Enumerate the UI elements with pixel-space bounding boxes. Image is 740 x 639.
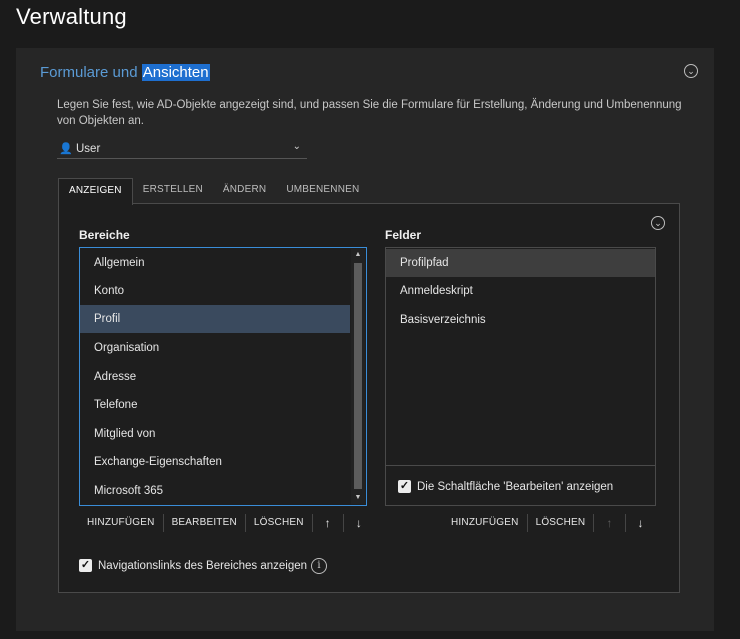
tab-bar: ANZEIGEN ERSTELLEN ÄNDERN UMBENENNEN: [58, 178, 369, 205]
checkmark-icon: ✓: [79, 559, 92, 572]
section-title[interactable]: Formulare und Ansichten: [40, 64, 210, 81]
show-edit-button-checkbox[interactable]: ✓ Die Schaltfläche 'Bearbeiten' anzeigen: [398, 480, 613, 493]
list-item[interactable]: Allgemein: [80, 249, 350, 277]
list-item[interactable]: Anmeldeskript: [386, 277, 655, 305]
chevron-up-icon: ⌄: [687, 65, 695, 76]
areas-list[interactable]: Allgemein Konto Profil Organisation Adre…: [79, 247, 367, 506]
tab-anzeigen[interactable]: ANZEIGEN: [58, 178, 133, 205]
scroll-up-arrow-icon[interactable]: ▲: [351, 249, 365, 261]
delete-field-button[interactable]: LÖSCHEN: [528, 514, 594, 532]
list-item-selected[interactable]: Profilpfad: [386, 249, 655, 277]
scroll-down-arrow-icon[interactable]: ▼: [351, 492, 365, 504]
checkmark-icon: ✓: [398, 480, 411, 493]
chevron-down-icon: ⌄: [292, 141, 301, 152]
tab-content: ⌄ Bereiche Felder Allgemein Konto Profil…: [58, 203, 680, 593]
list-item-selected[interactable]: Profil: [80, 305, 350, 333]
object-type-value: User: [76, 142, 101, 155]
info-icon[interactable]: i: [311, 558, 327, 574]
fields-toolbar: HINZUFÜGEN LÖSCHEN ↑ ↓: [443, 514, 656, 532]
areas-scrollbar[interactable]: ▲ ▼: [351, 249, 365, 504]
chevron-down-icon: ⌄: [654, 217, 662, 228]
page-title: Verwaltung: [16, 4, 127, 29]
list-item[interactable]: Konto: [80, 277, 350, 305]
list-item[interactable]: Microsoft 365: [80, 477, 350, 505]
list-item[interactable]: Basisverzeichnis: [386, 306, 655, 334]
areas-toolbar: HINZUFÜGEN BEARBEITEN LÖSCHEN ↑ ↓: [79, 514, 374, 532]
fields-heading: Felder: [385, 228, 422, 242]
fields-list: Profilpfad Anmeldeskript Basisverzeichni…: [385, 247, 656, 506]
delete-area-button[interactable]: LÖSCHEN: [246, 514, 312, 532]
user-icon: 👤: [59, 143, 73, 155]
areas-heading: Bereiche: [79, 228, 130, 242]
edit-area-button[interactable]: BEARBEITEN: [164, 514, 245, 532]
tab-erstellen[interactable]: ERSTELLEN: [133, 178, 213, 204]
fields-items[interactable]: Profilpfad Anmeldeskript Basisverzeichni…: [386, 248, 655, 466]
list-item[interactable]: Adresse: [80, 363, 350, 391]
move-up-arrow-icon[interactable]: ↑: [594, 514, 624, 532]
list-item[interactable]: Mitglied von: [80, 420, 350, 448]
add-field-button[interactable]: HINZUFÜGEN: [443, 514, 527, 532]
list-item[interactable]: Exchange-Eigenschaften: [80, 448, 350, 476]
tab-umbenennen[interactable]: UMBENENNEN: [276, 178, 369, 204]
section-title-highlight: Ansichten: [141, 64, 210, 81]
move-up-arrow-icon[interactable]: ↑: [313, 514, 343, 532]
list-item[interactable]: Organisation: [80, 334, 350, 362]
section-title-part1: Formulare und: [40, 64, 142, 81]
section-description: Legen Sie fest, wie AD-Objekte angezeigt…: [57, 99, 682, 127]
scrollbar-thumb[interactable]: [354, 263, 362, 489]
move-down-arrow-icon[interactable]: ↓: [626, 514, 656, 532]
nav-links-checkbox[interactable]: ✓ Navigationslinks des Bereiches anzeige…: [79, 559, 307, 572]
nav-links-label: Navigationslinks des Bereiches anzeigen: [98, 559, 308, 572]
show-edit-button-label: Die Schaltfläche 'Bearbeiten' anzeigen: [417, 480, 614, 493]
add-area-button[interactable]: HINZUFÜGEN: [79, 514, 163, 532]
tab-aendern[interactable]: ÄNDERN: [213, 178, 276, 204]
collapse-section-button[interactable]: ⌄: [684, 64, 698, 78]
object-type-select[interactable]: 👤 User ⌄: [57, 139, 307, 159]
list-item[interactable]: Telefone: [80, 391, 350, 419]
forms-and-views-panel: Formulare und Ansichten ⌄ Legen Sie fest…: [16, 48, 714, 631]
move-down-arrow-icon[interactable]: ↓: [344, 514, 374, 532]
collapse-tab-content-button[interactable]: ⌄: [651, 216, 665, 230]
